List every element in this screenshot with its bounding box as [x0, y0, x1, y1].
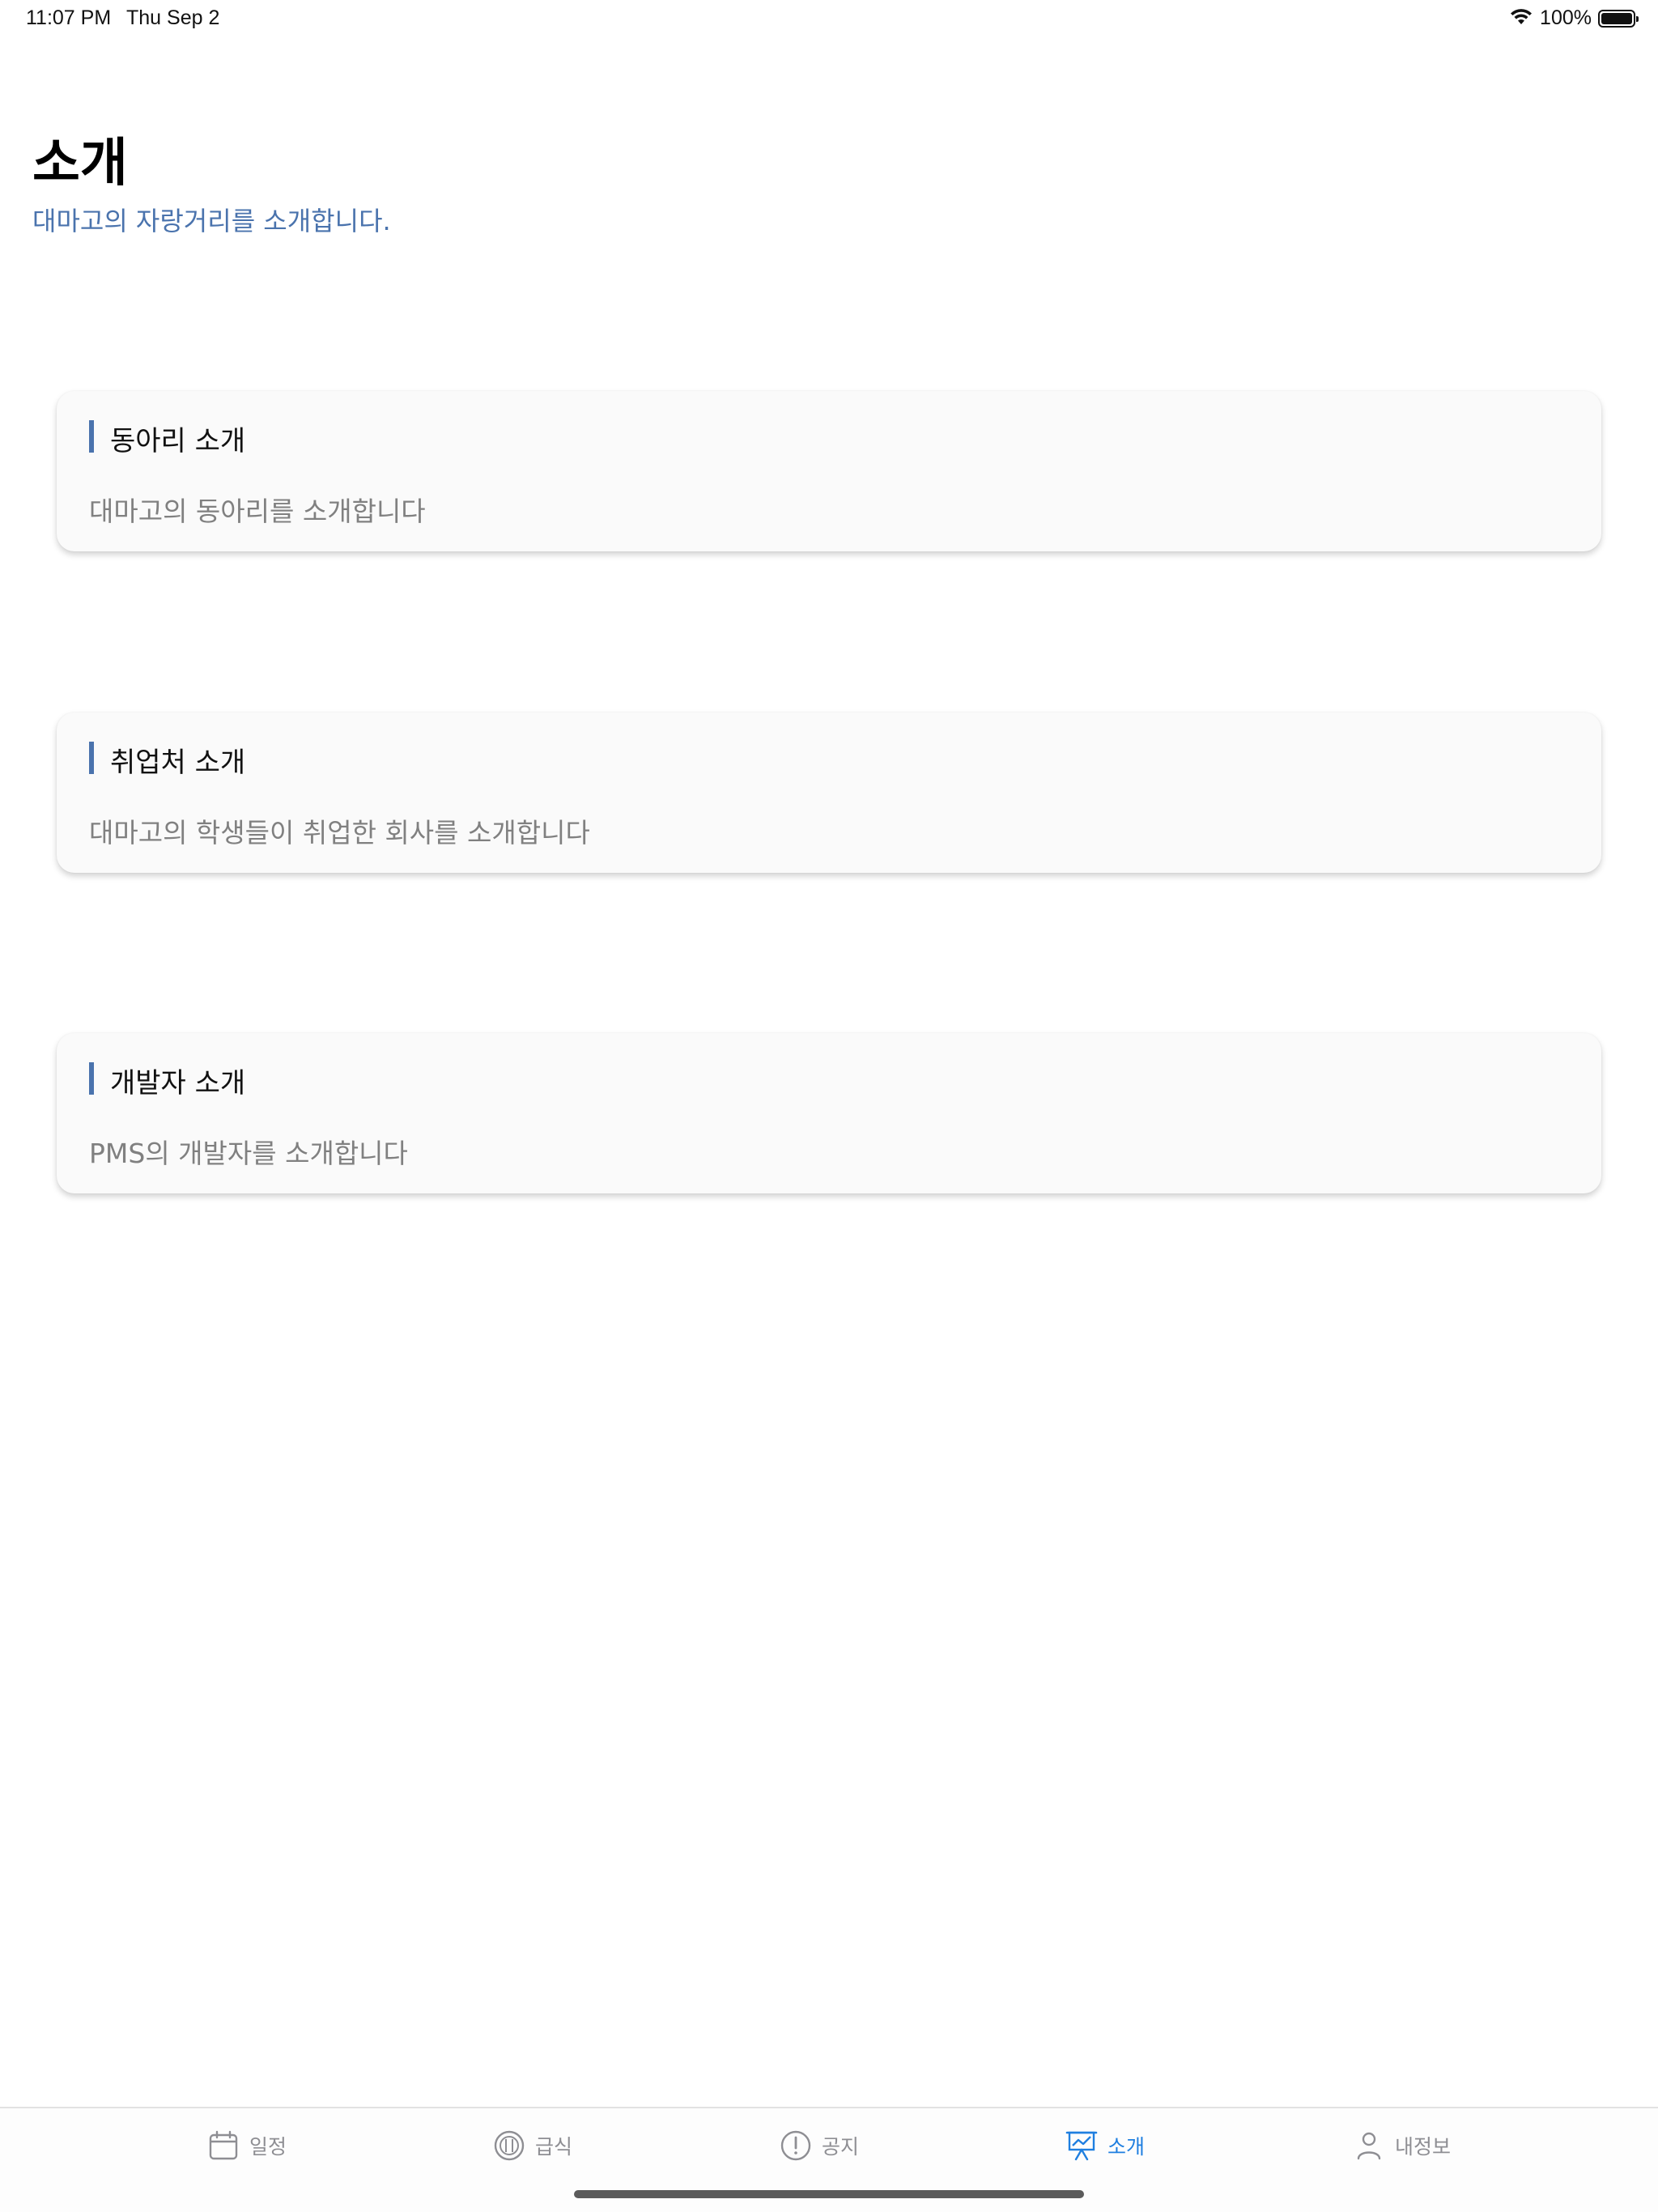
card-title: 개발자 소개 [110, 1067, 246, 1100]
alert-icon [780, 2129, 812, 2162]
card-title: 동아리 소개 [110, 425, 246, 457]
status-time: 11:07 PM [26, 6, 112, 29]
tab-intro[interactable]: 소개 [1065, 2129, 1145, 2162]
card-description: PMS의 개발자를 소개합니다 [89, 1138, 408, 1169]
page-title: 소개 [32, 134, 128, 194]
employment-intro-card[interactable]: 취업처 소개 대마고의 학생들이 취업한 회사를 소개합니다 [57, 713, 1601, 873]
status-bar: 11:07 PM Thu Sep 2 100% [0, 0, 1658, 39]
status-indicators: 100% [1509, 6, 1639, 30]
home-indicator[interactable] [574, 2190, 1084, 2198]
card-accent-bar [89, 742, 94, 774]
page-subtitle: 대마고의 자랑거리를 소개합니다. [32, 206, 391, 236]
card-accent-bar [89, 1062, 94, 1095]
tab-meal[interactable]: 급식 [493, 2129, 572, 2162]
tab-my-info[interactable]: 내정보 [1353, 2129, 1451, 2162]
status-date: Thu Sep 2 [126, 6, 220, 29]
tab-label: 공지 [822, 2135, 860, 2159]
card-accent-bar [89, 420, 94, 453]
battery-icon [1598, 9, 1639, 28]
club-intro-card[interactable]: 동아리 소개 대마고의 동아리를 소개합니다 [57, 391, 1601, 551]
tab-label: 급식 [535, 2135, 573, 2159]
card-description: 대마고의 학생들이 취업한 회사를 소개합니다 [89, 817, 590, 849]
tab-label: 내정보 [1395, 2135, 1452, 2159]
wifi-icon [1509, 8, 1533, 29]
tab-label: 소개 [1107, 2135, 1146, 2159]
battery-percentage: 100% [1540, 6, 1592, 29]
tab-schedule[interactable]: 일정 [207, 2129, 287, 2162]
card-description: 대마고의 동아리를 소개합니다 [89, 496, 426, 527]
tab-notice[interactable]: 공지 [780, 2129, 859, 2162]
presentation-icon [1065, 2129, 1098, 2162]
calendar-icon [207, 2129, 240, 2162]
intro-page: 11:07 PM Thu Sep 2 100% 소개 대마고의 자랑거리를 소개… [0, 0, 1658, 2212]
person-icon [1353, 2129, 1385, 2162]
meal-icon [493, 2129, 525, 2162]
tab-label: 일정 [249, 2135, 287, 2159]
card-title: 취업처 소개 [110, 747, 246, 779]
developer-intro-card[interactable]: 개발자 소개 PMS의 개발자를 소개합니다 [57, 1033, 1601, 1193]
